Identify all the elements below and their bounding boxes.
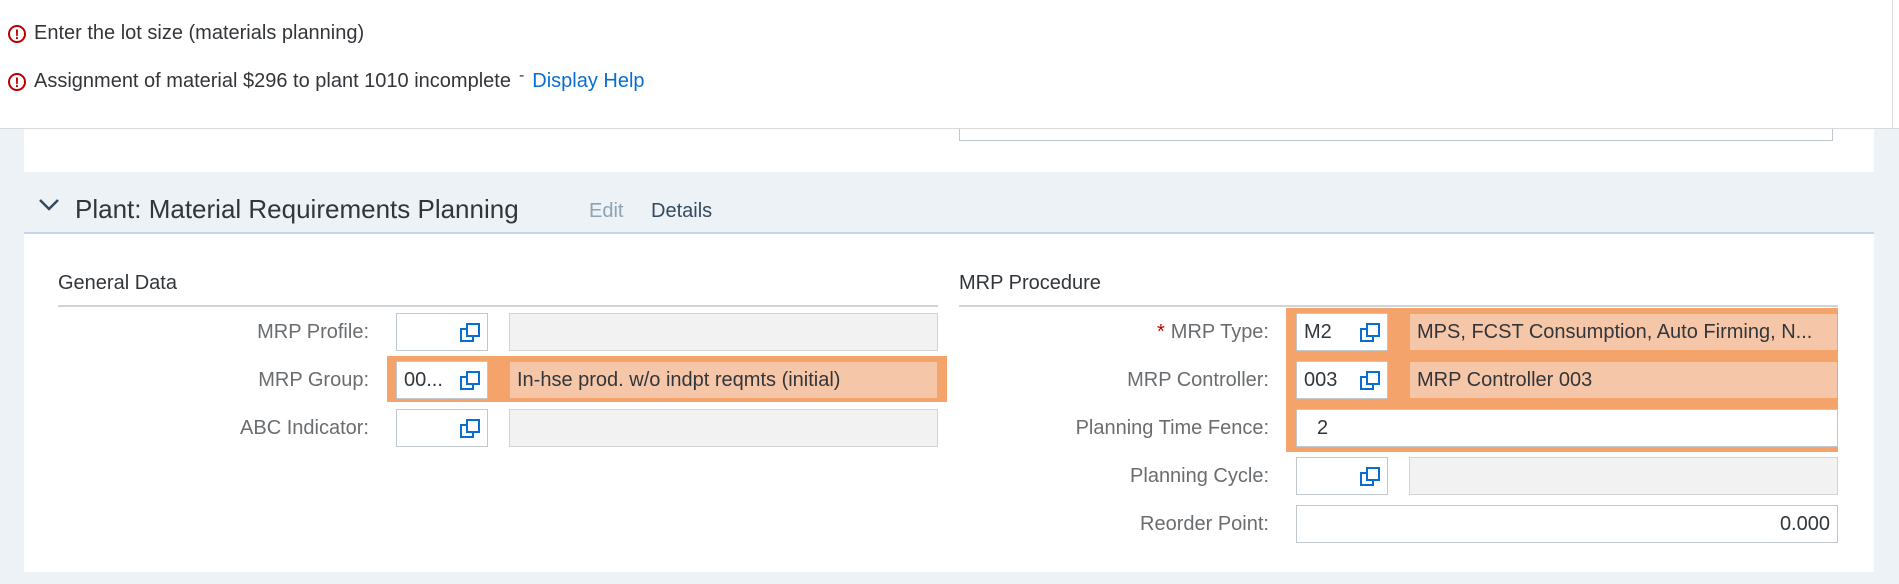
message-text: Assignment of material $296 to plant 101…	[34, 70, 511, 92]
abc-indicator-description	[509, 409, 938, 447]
mrp-type-input[interactable]: M2	[1296, 313, 1388, 351]
details-button[interactable]: Details	[651, 200, 712, 223]
mrp-group-description: In-hse prod. w/o indpt reqmts (initial)	[509, 361, 938, 399]
value-help-icon[interactable]	[1359, 370, 1381, 392]
mrp-controller-description: MRP Controller 003	[1409, 361, 1838, 399]
reorder-point-label: Reorder Point:	[1140, 513, 1269, 535]
section-header: Plant: Material Requirements Planning Ed…	[24, 180, 1874, 234]
mrp-procedure-divider	[959, 305, 1838, 307]
message-bar: ! Enter the lot size (materials planning…	[0, 0, 1899, 129]
planning-time-fence-input[interactable]: 2	[1296, 409, 1838, 447]
value-help-icon[interactable]	[459, 418, 481, 440]
chevron-down-icon[interactable]	[38, 198, 59, 212]
section-title: Plant: Material Requirements Planning	[75, 194, 519, 224]
mrp-controller-label: MRP Controller:	[1127, 369, 1269, 391]
previous-section-field	[959, 128, 1833, 141]
scroll-edge	[1892, 0, 1899, 128]
value-help-icon[interactable]	[459, 322, 481, 344]
general-data-title: General Data	[58, 272, 177, 294]
message-text: Enter the lot size (materials planning)	[34, 22, 365, 44]
value-help-icon[interactable]	[459, 370, 481, 392]
abc-indicator-label: ABC Indicator:	[240, 417, 369, 439]
required-asterisk: *	[1157, 321, 1165, 343]
error-icon: !	[8, 24, 26, 43]
mrp-group-label: MRP Group:	[258, 369, 369, 391]
separator-dash: -	[518, 66, 525, 84]
abc-indicator-input[interactable]	[396, 409, 488, 447]
reorder-point-input[interactable]: 0.000	[1296, 505, 1838, 543]
mrp-profile-label: MRP Profile:	[257, 321, 369, 343]
mrp-profile-description	[509, 313, 938, 351]
general-data-divider	[58, 305, 938, 307]
planning-cycle-input[interactable]	[1296, 457, 1388, 495]
mrp-type-label: * MRP Type:	[1157, 321, 1269, 343]
planning-cycle-label: Planning Cycle:	[1130, 465, 1269, 487]
display-help-link[interactable]: Display Help	[532, 70, 644, 93]
planning-time-fence-label: Planning Time Fence:	[1075, 417, 1269, 439]
value-help-icon[interactable]	[1359, 466, 1381, 488]
mrp-controller-input[interactable]: 003	[1296, 361, 1388, 399]
mrp-type-description: MPS, FCST Consumption, Auto Firming, N..…	[1409, 313, 1838, 351]
message-item: ! Enter the lot size (materials planning…	[8, 22, 364, 45]
error-icon: !	[8, 72, 26, 91]
message-item: ! Assignment of material $296 to plant 1…	[8, 66, 645, 93]
mrp-procedure-title: MRP Procedure	[959, 272, 1101, 294]
mrp-profile-input[interactable]	[396, 313, 488, 351]
planning-cycle-description	[1409, 457, 1838, 495]
mrp-group-input[interactable]: 00...	[396, 361, 488, 399]
edit-button[interactable]: Edit	[589, 200, 623, 223]
value-help-icon[interactable]	[1359, 322, 1381, 344]
